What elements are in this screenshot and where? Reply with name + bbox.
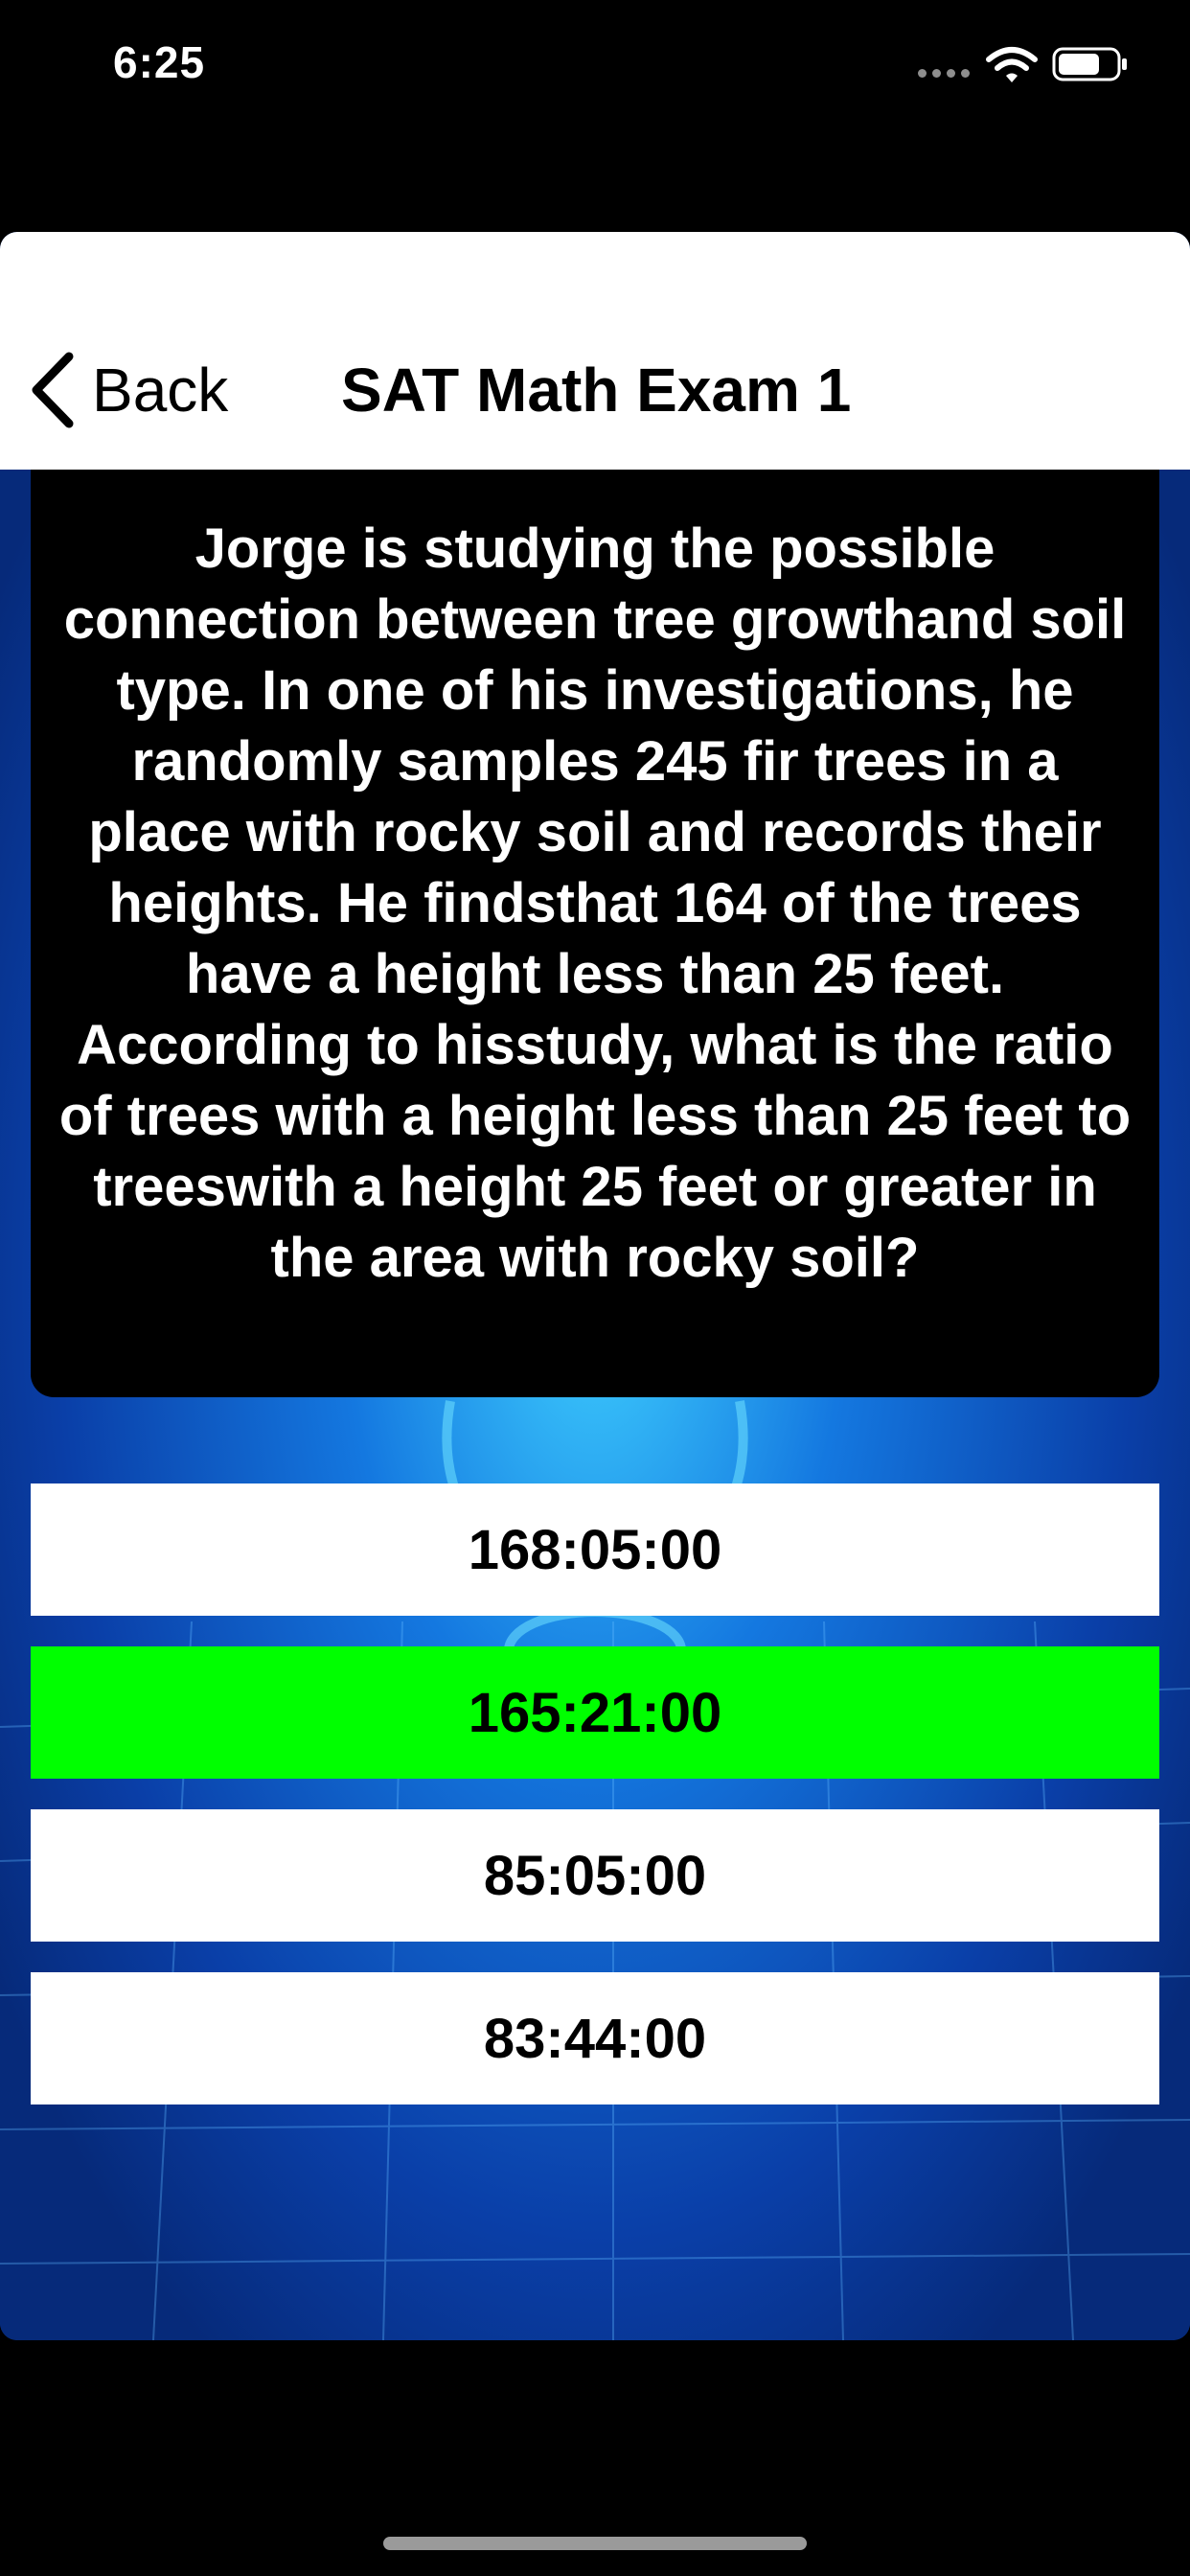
page-title: SAT Math Exam 1 [341,356,852,425]
answer-label: 165:21:00 [468,1681,722,1744]
battery-icon [1052,47,1127,81]
answer-option-3[interactable]: 85:05:00 [31,1809,1159,1942]
navigation-bar: Back SAT Math Exam 1 [0,232,1190,470]
back-label: Back [92,356,229,425]
question-card: Jorge is studying the possible connectio… [31,470,1159,1397]
answer-option-4[interactable]: 83:44:00 [31,1972,1159,2104]
home-indicator[interactable] [383,2537,807,2550]
answer-label: 85:05:00 [483,1844,707,1907]
signal-dots-icon [918,69,970,78]
answer-label: 168:05:00 [468,1518,722,1581]
status-bar: 6:25 [0,0,1190,134]
question-text: Jorge is studying the possible connectio… [58,518,1132,1289]
app-screen: Back SAT Math Exam 1 Jorge is studying t… [0,232,1190,2340]
answer-option-2[interactable]: 165:21:00 [31,1646,1159,1779]
answer-list: 168:05:00 165:21:00 85:05:00 83:44:00 [31,1484,1159,2135]
status-time: 6:25 [113,37,206,87]
chevron-left-icon [32,352,74,428]
answer-option-1[interactable]: 168:05:00 [31,1484,1159,1616]
wifi-icon [986,47,1038,82]
answer-label: 83:44:00 [483,2007,707,2070]
back-button[interactable]: Back [29,347,228,433]
